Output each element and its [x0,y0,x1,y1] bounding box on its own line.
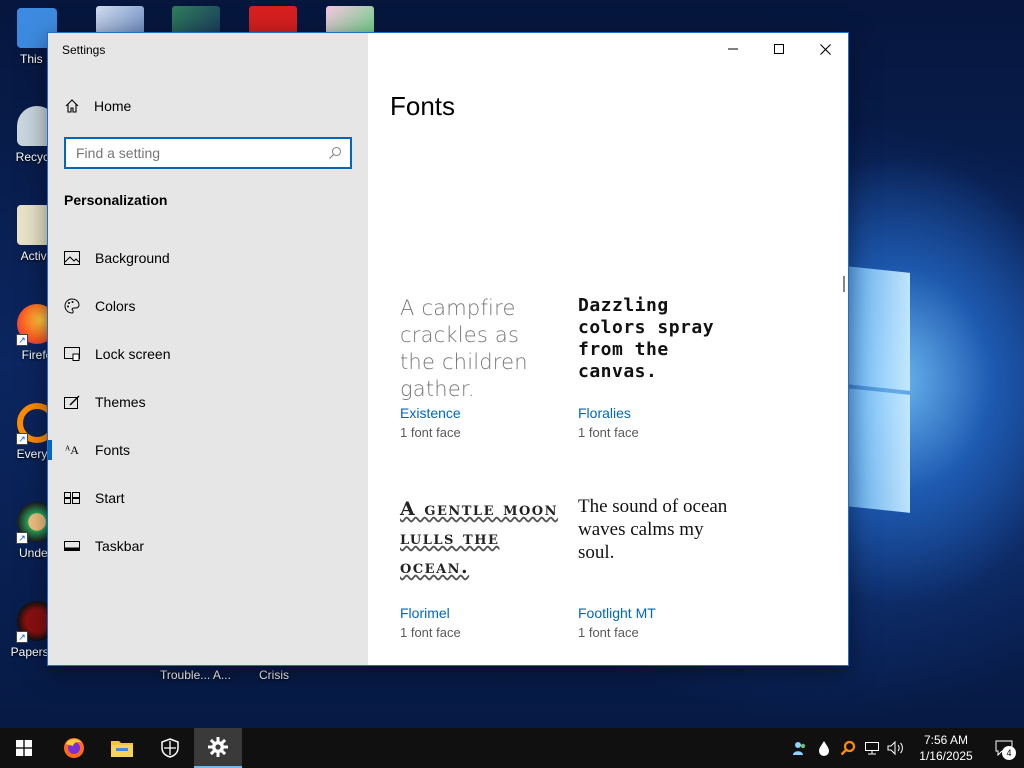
sidebar-item-label: Taskbar [95,538,145,554]
shortcut-arrow-icon: ↗ [16,334,28,346]
tray-droplet-icon[interactable] [812,728,836,768]
settings-icon [208,737,228,757]
search-icon [329,146,342,159]
font-face-count: 1 font face [400,425,461,440]
shortcut-arrow-icon: ↗ [16,433,28,445]
page-title: Fonts [390,91,456,121]
tray-volume-icon[interactable] [884,728,908,768]
shortcut-arrow-icon: ↗ [16,631,28,643]
font-sample: A campfire crackles as the children gath… [400,296,528,401]
font-face-count: 1 font face [578,425,639,440]
font-sample: The sound of ocean waves calms my soul. [578,496,728,563]
settings-content: Fonts A campfire crackles as the childre… [368,33,848,665]
taskbar: 7:56 AM 1/16/2025 4 [0,728,1024,768]
windows-start-icon [16,740,32,756]
taskbar-security-button[interactable] [146,728,194,768]
font-card-florimel[interactable]: A gentle moon lulls the ocean. Florimel … [400,495,560,640]
start-icon [64,490,80,506]
fonts-icon: ᴬA [65,442,79,457]
tray-network-icon[interactable] [860,728,884,768]
sidebar-item-taskbar[interactable]: Taskbar [48,522,368,570]
minimize-icon [728,48,738,50]
sidebar-item-label: Themes [95,394,146,410]
themes-icon [64,394,80,410]
notification-count-badge: 4 [1002,746,1016,760]
scrollbar-thumb[interactable] [843,276,845,292]
sidebar-item-label: Lock screen [95,346,171,362]
section-title-personalization: Personalization [64,192,168,208]
sidebar-item-label: Background [95,250,170,266]
close-button[interactable] [802,33,848,65]
desktop-top-icon-mcdonalds[interactable] [249,6,297,34]
home-label: Home [94,98,132,114]
palette-icon [64,298,80,314]
font-card-footlight-mt[interactable]: The sound of ocean waves calms my soul. … [578,495,738,640]
sidebar-item-start[interactable]: Start [48,474,368,522]
font-card-existence[interactable]: A campfire crackles as the children gath… [400,295,560,440]
taskbar-settings-button[interactable] [194,728,242,768]
sidebar-item-themes[interactable]: Themes [48,378,368,426]
font-card-floralies[interactable]: Dazzling colors spray from the canvas. F… [578,295,738,440]
sidebar-item-fonts[interactable]: ᴬA Fonts [48,426,368,474]
font-face-count: 1 font face [578,625,639,640]
maximize-button[interactable] [756,33,802,65]
sidebar-item-label: Colors [95,298,136,314]
sidebar-item-label: Start [95,490,125,506]
desktop-top-icon-2[interactable] [172,6,220,34]
font-sample: A gentle moon lulls the ocean. [400,498,559,578]
home-icon [65,99,79,113]
start-button[interactable] [0,728,48,768]
sidebar-item-lock-screen[interactable]: Lock screen [48,330,368,378]
file-explorer-icon [111,741,133,757]
font-sample: Dazzling colors spray from the canvas. [578,295,715,382]
font-name: Footlight MT [578,605,656,621]
personalization-nav-list: Background Colors Lock screen Themes ᴬA … [48,234,368,570]
clock-time: 7:56 AM [923,733,969,747]
taskbar-file-explorer-button[interactable] [98,728,146,768]
close-icon [819,43,831,55]
tray-people-icon[interactable] [788,728,812,768]
search-input[interactable] [76,145,328,161]
sidebar-item-colors[interactable]: Colors [48,282,368,330]
security-icon [161,738,179,758]
firefox-icon [64,738,84,758]
picture-icon [64,250,80,266]
font-name: Florimel [400,605,450,621]
action-center-button[interactable]: 4 [984,728,1024,768]
settings-window: Settings Home Personalization Background [48,33,848,665]
home-nav-item[interactable]: Home [64,96,131,116]
sidebar-item-background[interactable]: Background [48,234,368,282]
taskbar-icon [64,538,80,554]
desktop-top-icon-4[interactable] [326,6,374,34]
windows-logo-wallpaper [848,236,918,513]
minimize-button[interactable] [710,33,756,65]
desktop-top-icon-1[interactable] [96,6,144,34]
sidebar-item-label: Fonts [95,442,131,458]
font-name: Floralies [578,405,631,421]
taskbar-firefox-button[interactable] [50,728,98,768]
tray-search-icon[interactable] [836,728,860,768]
search-box[interactable] [64,137,352,169]
system-tray: 7:56 AM 1/16/2025 4 [788,728,1024,768]
settings-sidebar: Settings Home Personalization Background [48,33,368,665]
desktop-label-crisis[interactable]: Crisis [259,668,289,682]
maximize-icon [774,44,784,54]
window-controls [710,33,848,65]
font-face-count: 1 font face [400,625,461,640]
shortcut-arrow-icon: ↗ [16,532,28,544]
font-name: Existence [400,405,461,421]
taskbar-clock[interactable]: 7:56 AM 1/16/2025 [908,732,984,764]
clock-date: 1/16/2025 [919,749,973,763]
desktop-label-trouble[interactable]: Trouble... A... [160,668,231,682]
lock-screen-icon [64,346,80,362]
window-title: Settings [62,43,106,57]
